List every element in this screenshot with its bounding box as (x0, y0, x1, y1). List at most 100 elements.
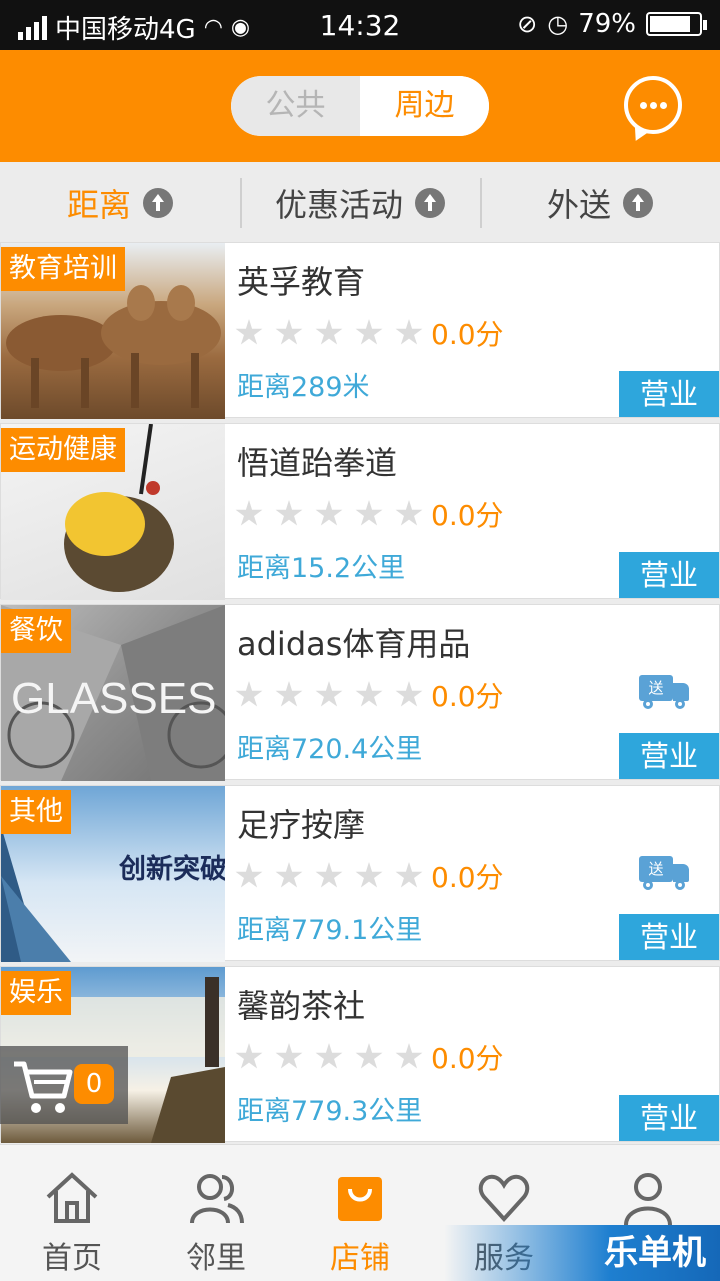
star-icon (355, 500, 383, 526)
rating-stars: 0.0分 (235, 675, 504, 715)
star-icon (315, 862, 343, 888)
shop-name: 英孚教育 (237, 263, 366, 301)
shop-row[interactable]: 教育培训 英孚教育 0.0分 距离289米 营业 (0, 242, 720, 419)
shop-thumbnail: 运动健康 (1, 424, 225, 600)
nav-neighbors[interactable]: 邻里 (144, 1145, 288, 1281)
delivery-truck-icon: 送 (639, 675, 691, 709)
cart-count: 0 (74, 1064, 114, 1104)
status-badge: 营业 (619, 914, 719, 960)
shop-name: 足疗按摩 (237, 806, 366, 844)
alarm-icon: ◷ (547, 10, 569, 38)
sort-arrow-icon (623, 188, 653, 218)
filter-distance[interactable]: 距离 (0, 162, 240, 244)
battery-icon (646, 12, 707, 36)
shop-thumbnail: GLASSES 餐饮 (1, 605, 225, 781)
home-icon (46, 1172, 98, 1223)
star-icon (395, 1043, 423, 1069)
rating-score: 0.0分 (431, 499, 504, 532)
rating-score: 0.0分 (431, 318, 504, 351)
shop-name: adidas体育用品 (237, 625, 471, 663)
star-icon (315, 319, 343, 345)
segment-nearby[interactable]: 周边 (360, 76, 489, 136)
shop-list: 教育培训 英孚教育 0.0分 距离289米 营业 运动健康 悟道跆拳道 0.0分… (0, 242, 720, 1147)
top-header: 公共 周边 (0, 50, 720, 162)
rating-stars: 0.0分 (235, 313, 504, 353)
nav-shops[interactable]: 店铺 (288, 1145, 432, 1281)
star-icon (395, 862, 423, 888)
star-icon (355, 1043, 383, 1069)
star-icon (275, 1043, 303, 1069)
status-right: ⊘ ◷ 79% (517, 9, 707, 39)
category-tag: 餐饮 (1, 609, 71, 653)
star-icon (235, 862, 263, 888)
segment-control: 公共 周边 (231, 76, 489, 136)
chat-icon[interactable] (624, 76, 682, 134)
shop-distance: 距离779.3公里 (237, 1096, 423, 1127)
filter-distance-label: 距离 (66, 186, 131, 224)
filter-delivery-label: 外送 (546, 186, 611, 224)
heart-icon (478, 1174, 530, 1222)
shop-distance: 距离15.2公里 (237, 553, 406, 584)
star-icon (275, 319, 303, 345)
category-tag: 运动健康 (1, 428, 125, 472)
filter-promotions-label: 优惠活动 (274, 186, 403, 224)
battery-label: 79% (578, 9, 636, 39)
category-tag: 其他 (1, 790, 71, 834)
star-icon (315, 681, 343, 707)
thumb-text: 创新突破 (118, 853, 225, 885)
status-badge: 营业 (619, 371, 719, 417)
rating-score: 0.0分 (431, 1042, 504, 1075)
star-icon (275, 681, 303, 707)
nav-home-label: 首页 (42, 1241, 102, 1276)
star-icon (275, 500, 303, 526)
status-badge: 营业 (619, 1095, 719, 1141)
delivery-truck-icon: 送 (639, 856, 691, 890)
star-icon (395, 681, 423, 707)
mute-icon: ⊘ (517, 10, 538, 38)
nav-home[interactable]: 首页 (0, 1145, 144, 1281)
status-badge: 营业 (619, 552, 719, 598)
sort-arrow-icon (143, 188, 173, 218)
shop-distance: 距离289米 (237, 372, 370, 403)
people-icon (190, 1174, 244, 1224)
star-icon (355, 681, 383, 707)
watermark-logo: 乐单机 (444, 1225, 720, 1281)
shop-bag-icon (338, 1177, 382, 1221)
filter-promotions[interactable]: 优惠活动 (240, 162, 480, 244)
star-icon (315, 1043, 343, 1069)
shop-row[interactable]: GLASSES 餐饮 adidas体育用品 0.0分 送 距离720.4公里 营… (0, 604, 720, 781)
shop-name: 馨韵茶社 (237, 987, 366, 1025)
thumb-text: GLASSES (11, 674, 216, 723)
delivery-label: 送 (639, 675, 673, 701)
nav-shops-label: 店铺 (330, 1241, 390, 1276)
star-icon (355, 319, 383, 345)
star-icon (395, 319, 423, 345)
star-icon (235, 1043, 263, 1069)
user-icon (624, 1173, 672, 1225)
sort-arrow-icon (415, 188, 445, 218)
star-icon (235, 681, 263, 707)
rating-stars: 0.0分 (235, 1037, 504, 1077)
star-icon (275, 862, 303, 888)
filter-delivery[interactable]: 外送 (480, 162, 720, 244)
shop-distance: 距离720.4公里 (237, 734, 423, 765)
shop-thumbnail: 教育培训 (1, 243, 225, 419)
star-icon (395, 500, 423, 526)
nav-neighbors-label: 邻里 (186, 1241, 246, 1276)
rating-stars: 0.0分 (235, 494, 504, 534)
shop-row[interactable]: 创新突破 其他 足疗按摩 0.0分 送 距离779.1公里 营业 (0, 785, 720, 962)
filter-bar: 距离 优惠活动 外送 (0, 162, 720, 244)
star-icon (315, 500, 343, 526)
category-tag: 娱乐 (1, 971, 71, 1015)
star-icon (235, 500, 263, 526)
cart-button[interactable]: 0 (0, 1046, 128, 1124)
shop-name: 悟道跆拳道 (237, 444, 398, 482)
shop-row[interactable]: 运动健康 悟道跆拳道 0.0分 距离15.2公里 营业 (0, 423, 720, 600)
segment-public[interactable]: 公共 (231, 76, 360, 136)
cart-icon (14, 1061, 73, 1113)
category-tag: 教育培训 (1, 247, 125, 291)
shop-distance: 距离779.1公里 (237, 915, 423, 946)
status-bar: 中国移动4G ◠ ◉ 14:32 ⊘ ◷ 79% (0, 0, 720, 50)
status-badge: 营业 (619, 733, 719, 779)
rating-score: 0.0分 (431, 680, 504, 713)
